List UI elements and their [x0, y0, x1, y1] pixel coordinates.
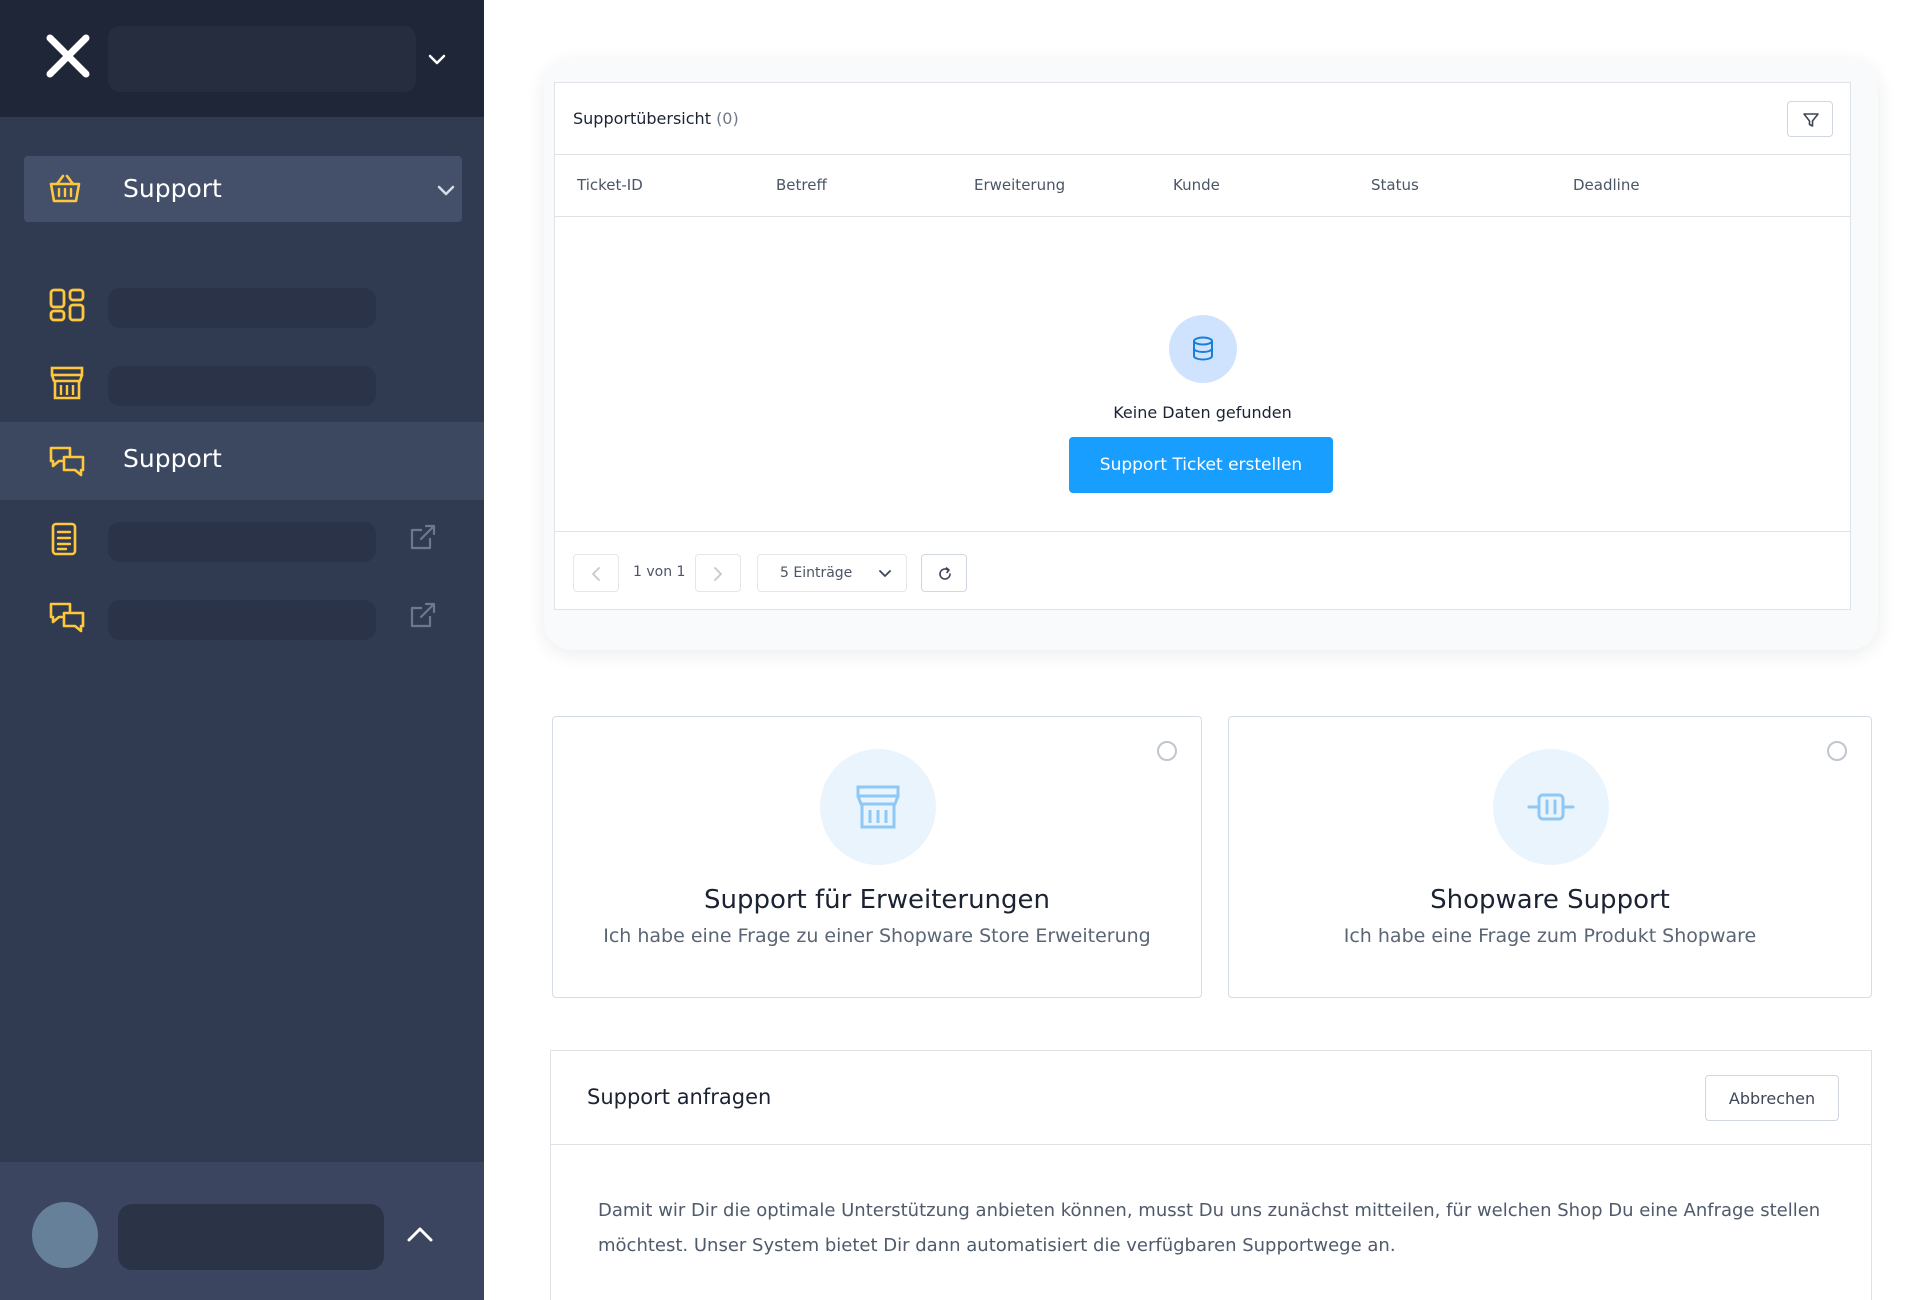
avatar[interactable] [32, 1202, 98, 1268]
sidebar-item-placeholder [108, 288, 376, 328]
grid-pagination: 1 von 1 5 Einträge [555, 531, 1850, 611]
option-radio[interactable] [1157, 741, 1177, 761]
database-icon [1193, 336, 1213, 361]
sidebar-item-store[interactable] [0, 344, 484, 422]
document-icon [51, 522, 77, 556]
sidebar-item-community[interactable] [0, 578, 484, 656]
user-name-placeholder[interactable] [118, 1204, 384, 1270]
filter-icon [1803, 113, 1819, 127]
sidebar-item-label: Support [123, 444, 222, 473]
store-icon [50, 366, 84, 400]
per-page-value: 5 Einträge [780, 565, 853, 581]
support-request-card: Support anfragen Abbrechen Damit wir Dir… [550, 1050, 1872, 1300]
chevron-down-icon[interactable] [426, 48, 448, 70]
column-subject[interactable]: Betreff [776, 176, 827, 194]
ticket-grid: Supportübersicht (0) Ticket-ID Betreff E… [554, 82, 1851, 610]
empty-state-text: Keine Daten gefunden [1113, 403, 1292, 422]
empty-state-icon [1169, 315, 1237, 383]
basket-icon [49, 174, 81, 203]
support-request-text: Damit wir Dir die optimale Unterstützung… [598, 1200, 1821, 1256]
chevron-down-icon [437, 185, 455, 196]
option-icon-circle [820, 749, 936, 865]
app: Support Support Supportübersicht (0) Tic… [0, 0, 1920, 1300]
per-page-select[interactable]: 5 Einträge [757, 554, 907, 592]
column-deadline[interactable]: Deadline [1573, 176, 1640, 194]
grid-title-text: Supportübersicht [573, 109, 711, 128]
dashboard-icon [49, 288, 85, 322]
support-request-header: Support anfragen Abbrechen [551, 1051, 1871, 1145]
page-indicator: 1 von 1 [633, 564, 686, 580]
plugin-icon [1527, 793, 1575, 821]
sidebar-item-placeholder [108, 600, 376, 640]
grid-column-headers: Ticket-ID Betreff Erweiterung Kunde Stat… [555, 155, 1850, 217]
external-link-icon[interactable] [408, 600, 438, 630]
option-description: Ich habe eine Frage zu einer Shopware St… [603, 925, 1151, 947]
sidebar-footer [0, 1162, 484, 1300]
prev-page-button[interactable] [573, 554, 619, 592]
support-request-title: Support anfragen [587, 1085, 772, 1109]
chevron-left-icon [592, 567, 600, 581]
sidebar-header [0, 0, 484, 117]
sidebar-main-menu[interactable]: Support [24, 156, 462, 222]
sidebar-item-dashboard[interactable] [0, 266, 484, 344]
column-ticket-id[interactable]: Ticket-ID [577, 176, 643, 194]
store-icon [856, 785, 900, 829]
grid-title: Supportübersicht (0) [573, 109, 739, 128]
chevron-down-icon [879, 570, 891, 577]
sidebar-item-placeholder [108, 366, 376, 406]
option-shopware-support[interactable]: Shopware Support Ich habe eine Frage zum… [1228, 716, 1872, 998]
refresh-icon [939, 567, 951, 580]
chat-icon [49, 602, 85, 633]
cancel-button[interactable]: Abbrechen [1705, 1075, 1839, 1121]
filter-button[interactable] [1787, 101, 1833, 137]
shop-selector[interactable] [108, 26, 416, 92]
column-status[interactable]: Status [1371, 176, 1419, 194]
refresh-button[interactable] [921, 554, 967, 592]
chevron-up-icon[interactable] [404, 1222, 436, 1246]
external-link-icon[interactable] [408, 522, 438, 552]
next-page-button[interactable] [695, 554, 741, 592]
option-title: Support für Erweiterungen [703, 885, 1051, 915]
option-radio[interactable] [1827, 741, 1847, 761]
shopware-x-logo-icon[interactable] [44, 32, 92, 80]
option-icon-circle [1493, 749, 1609, 865]
option-description: Ich habe eine Frage zum Produkt Shopware [1343, 925, 1757, 947]
column-extension[interactable]: Erweiterung [974, 176, 1065, 194]
option-title: Shopware Support [1430, 885, 1670, 915]
sidebar-item-placeholder [108, 522, 376, 562]
sidebar-main-label: Support [123, 174, 222, 203]
sidebar: Support Support [0, 0, 484, 1300]
option-extension-support[interactable]: Support für Erweiterungen Ich habe eine … [552, 716, 1202, 998]
grid-header: Supportübersicht (0) [555, 83, 1850, 155]
chat-icon [49, 446, 85, 477]
grid-count: (0) [716, 109, 739, 128]
sidebar-item-documentation[interactable] [0, 500, 484, 578]
create-ticket-button[interactable]: Support Ticket erstellen [1069, 437, 1333, 493]
chevron-right-icon [714, 567, 722, 581]
column-customer[interactable]: Kunde [1173, 176, 1220, 194]
sidebar-item-support[interactable]: Support [0, 422, 484, 500]
